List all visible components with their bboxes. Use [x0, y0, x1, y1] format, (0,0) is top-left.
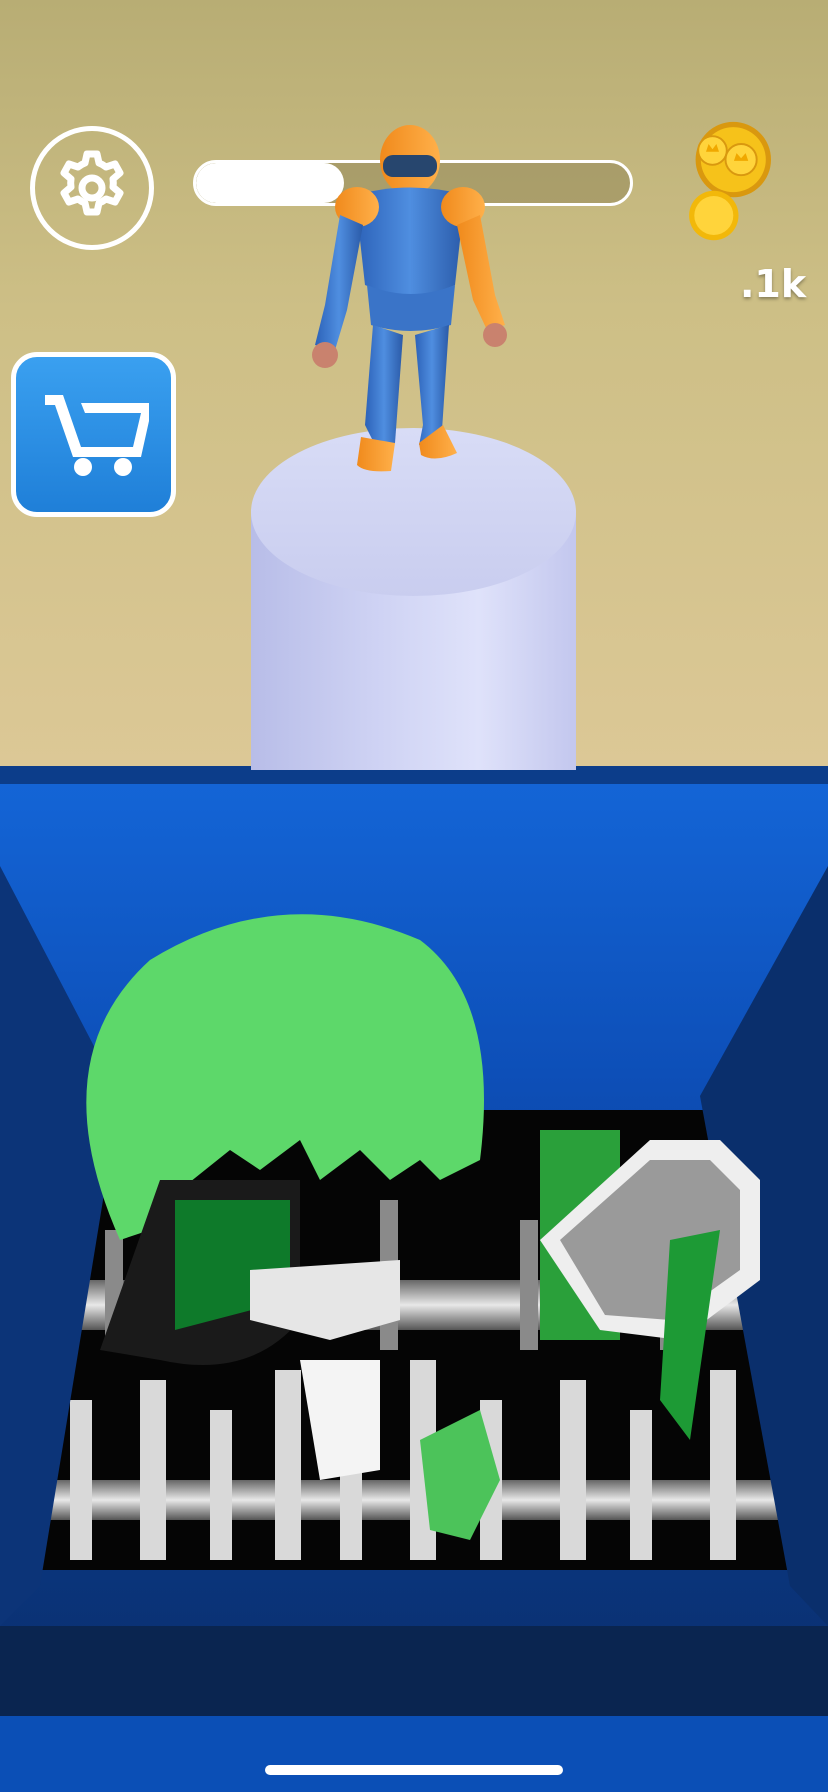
shredded-debris	[86, 914, 760, 1540]
home-indicator	[265, 1765, 563, 1775]
